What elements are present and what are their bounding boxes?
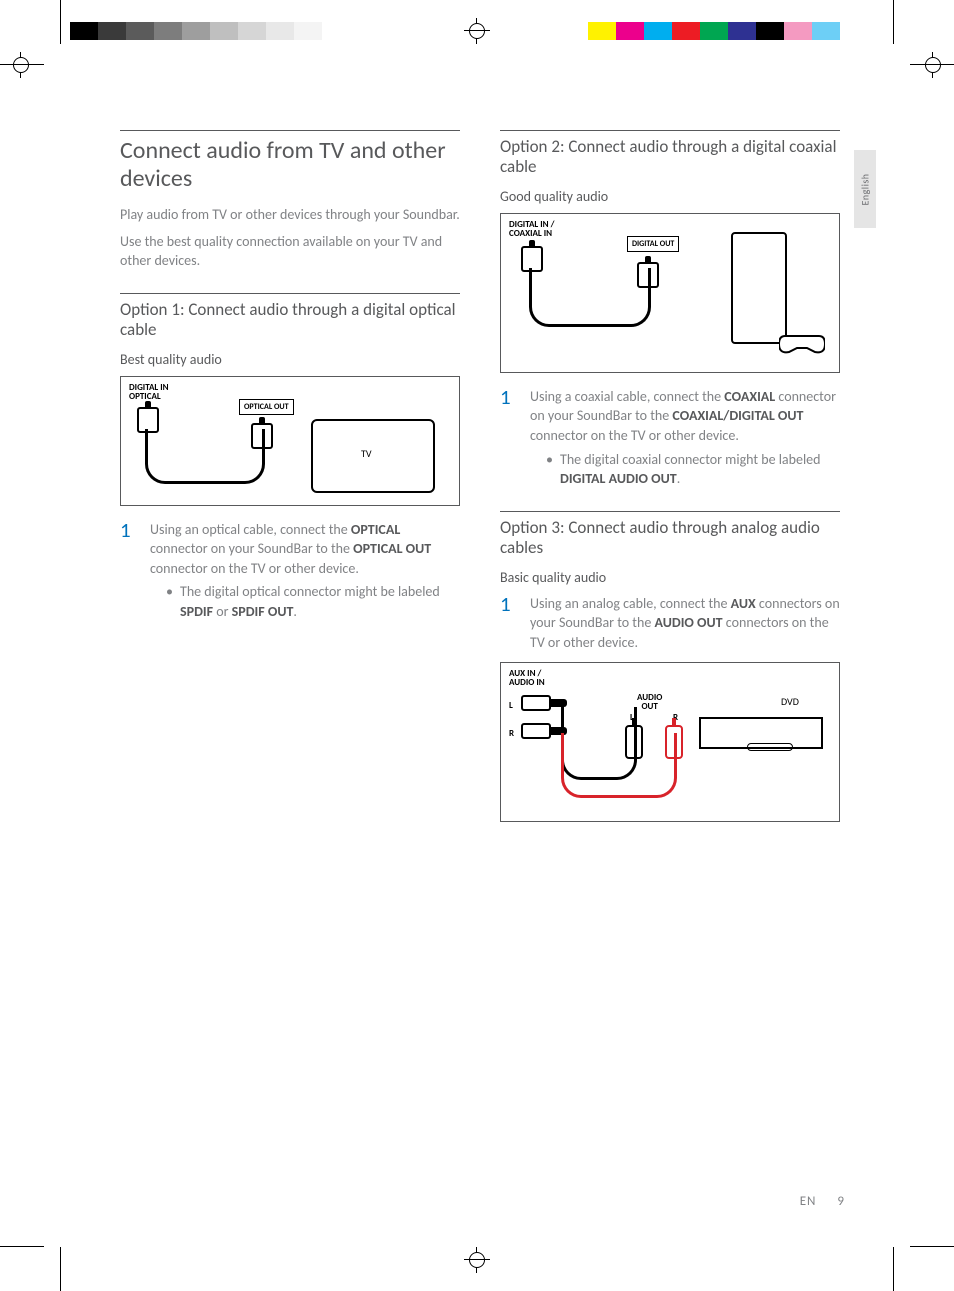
aux-jack-icon (521, 695, 551, 711)
diagram-label-l: L (509, 701, 513, 710)
step-item: Using a coaxial cable, connect the COAXI… (500, 387, 840, 489)
step-item: Using an analog cable, connect the AUX c… (500, 594, 840, 653)
note-item: The digital optical connector might be l… (166, 582, 460, 621)
step-notes: The digital optical connector might be l… (150, 582, 460, 621)
intro-paragraph: Play audio from TV or other devices thro… (120, 206, 460, 225)
crop-line (0, 1246, 44, 1247)
diagram-label-out: AUDIO OUT (637, 693, 662, 711)
option-2-title: Option 2: Connect audio through a digita… (500, 130, 840, 178)
option-3-quality: Basic quality audio (500, 569, 840, 586)
option-1-title: Option 1: Connect audio through a digita… (120, 293, 460, 341)
option-3-title: Option 3: Connect audio through analog a… (500, 511, 840, 559)
diagram-label-r: R (509, 729, 514, 738)
diagram-label-in: DIGITAL IN OPTICAL (129, 383, 169, 401)
cable-red-icon (561, 733, 677, 798)
diagram-analog: AUX IN / AUDIO IN L R AUDIO OUT L R DVD (500, 662, 840, 822)
aux-jack-icon (521, 723, 551, 739)
column-right: Option 2: Connect audio through a digita… (500, 130, 840, 822)
registration-mark-icon (464, 1247, 490, 1273)
section-title: Connect audio from TV and other devices (120, 130, 460, 192)
diagram-coaxial: DIGITAL IN / COAXIAL IN DIGITAL OUT (500, 213, 840, 373)
step-notes: The digital coaxial connector might be l… (530, 450, 840, 489)
page-footer: EN 9 (800, 1194, 844, 1209)
cable-icon (145, 429, 265, 484)
registration-mark-icon (464, 18, 490, 44)
diagram-label-out: OPTICAL OUT (239, 399, 294, 415)
crop-line (60, 1247, 61, 1291)
option-1-steps: Using an optical cable, connect the OPTI… (120, 520, 460, 622)
crop-line (60, 0, 61, 44)
footer-lang: EN (800, 1194, 817, 1209)
registration-mark-icon (8, 52, 34, 78)
option-1-quality: Best quality audio (120, 351, 460, 368)
console-icon (731, 232, 787, 344)
crop-line (893, 1247, 894, 1291)
language-tab: English (854, 150, 876, 228)
intro-paragraph: Use the best quality connection availabl… (120, 233, 460, 271)
manual-page: English Connect audio from TV and other … (0, 0, 954, 1291)
diagram-label-in: AUX IN / AUDIO IN (509, 669, 545, 687)
column-left: Connect audio from TV and other devices … (120, 130, 460, 822)
crop-line (910, 1246, 954, 1247)
cable-icon (529, 268, 651, 327)
content-columns: Connect audio from TV and other devices … (120, 130, 840, 822)
disc-tray-icon (747, 743, 793, 751)
tv-icon (311, 419, 435, 493)
crop-line (893, 0, 894, 44)
step-item: Using an optical cable, connect the OPTI… (120, 520, 460, 622)
diagram-optical: DIGITAL IN OPTICAL OPTICAL OUT TV (120, 376, 460, 506)
diagram-label-in: DIGITAL IN / COAXIAL IN (509, 220, 554, 238)
option-3-steps: Using an analog cable, connect the AUX c… (500, 594, 840, 653)
diagram-device-label: DVD (781, 695, 799, 708)
footer-page-number: 9 (837, 1194, 844, 1209)
diagram-label-out: DIGITAL OUT (627, 236, 679, 252)
registration-mark-icon (920, 52, 946, 78)
language-tab-label: English (859, 173, 872, 205)
gamepad-icon (779, 332, 825, 354)
option-2-steps: Using a coaxial cable, connect the COAXI… (500, 387, 840, 489)
diagram-device-label: TV (361, 447, 372, 460)
option-2-quality: Good quality audio (500, 188, 840, 205)
note-item: The digital coaxial connector might be l… (546, 450, 840, 489)
